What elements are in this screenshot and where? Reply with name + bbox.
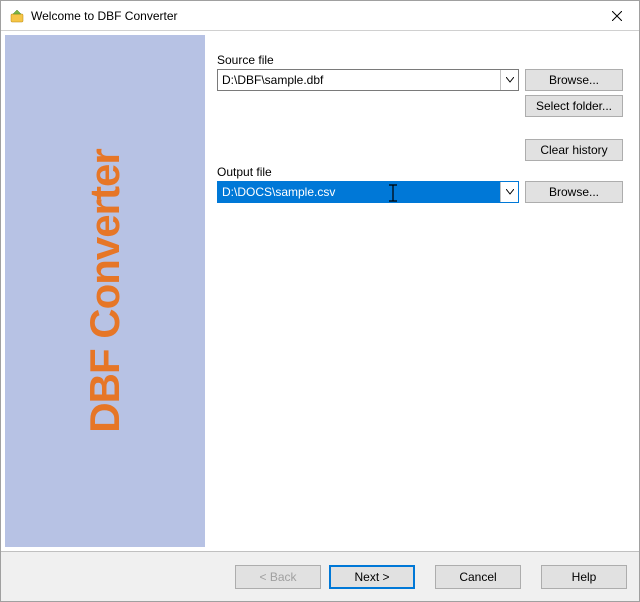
sidebar-brand: DBF Converter: [81, 149, 129, 432]
output-file-input[interactable]: [218, 182, 500, 202]
content-area: DBF Converter Source file B: [1, 31, 639, 551]
wizard-footer: < Back Next > Cancel Help: [1, 551, 639, 601]
app-icon: [9, 8, 25, 24]
help-button[interactable]: Help: [541, 565, 627, 589]
titlebar: Welcome to DBF Converter: [1, 1, 639, 31]
next-button[interactable]: Next >: [329, 565, 415, 589]
output-file-combo[interactable]: [217, 181, 519, 203]
output-file-label: Output file: [217, 165, 623, 179]
wizard-sidebar: DBF Converter: [5, 35, 205, 547]
browse-output-button[interactable]: Browse...: [525, 181, 623, 203]
source-file-label: Source file: [217, 53, 623, 67]
browse-source-button[interactable]: Browse...: [525, 69, 623, 91]
cancel-button[interactable]: Cancel: [435, 565, 521, 589]
wizard-main: Source file Browse... Select folder.: [205, 35, 635, 547]
window-title: Welcome to DBF Converter: [31, 9, 594, 23]
chevron-down-icon[interactable]: [500, 70, 518, 90]
output-section: Clear history Output file Browse...: [217, 139, 623, 207]
close-button[interactable]: [594, 1, 639, 31]
select-folder-button[interactable]: Select folder...: [525, 95, 623, 117]
clear-history-button[interactable]: Clear history: [525, 139, 623, 161]
back-button: < Back: [235, 565, 321, 589]
source-file-combo[interactable]: [217, 69, 519, 91]
source-file-input[interactable]: [218, 70, 500, 90]
source-section: Source file Browse... Select folder.: [217, 53, 623, 117]
chevron-down-icon[interactable]: [500, 182, 518, 202]
